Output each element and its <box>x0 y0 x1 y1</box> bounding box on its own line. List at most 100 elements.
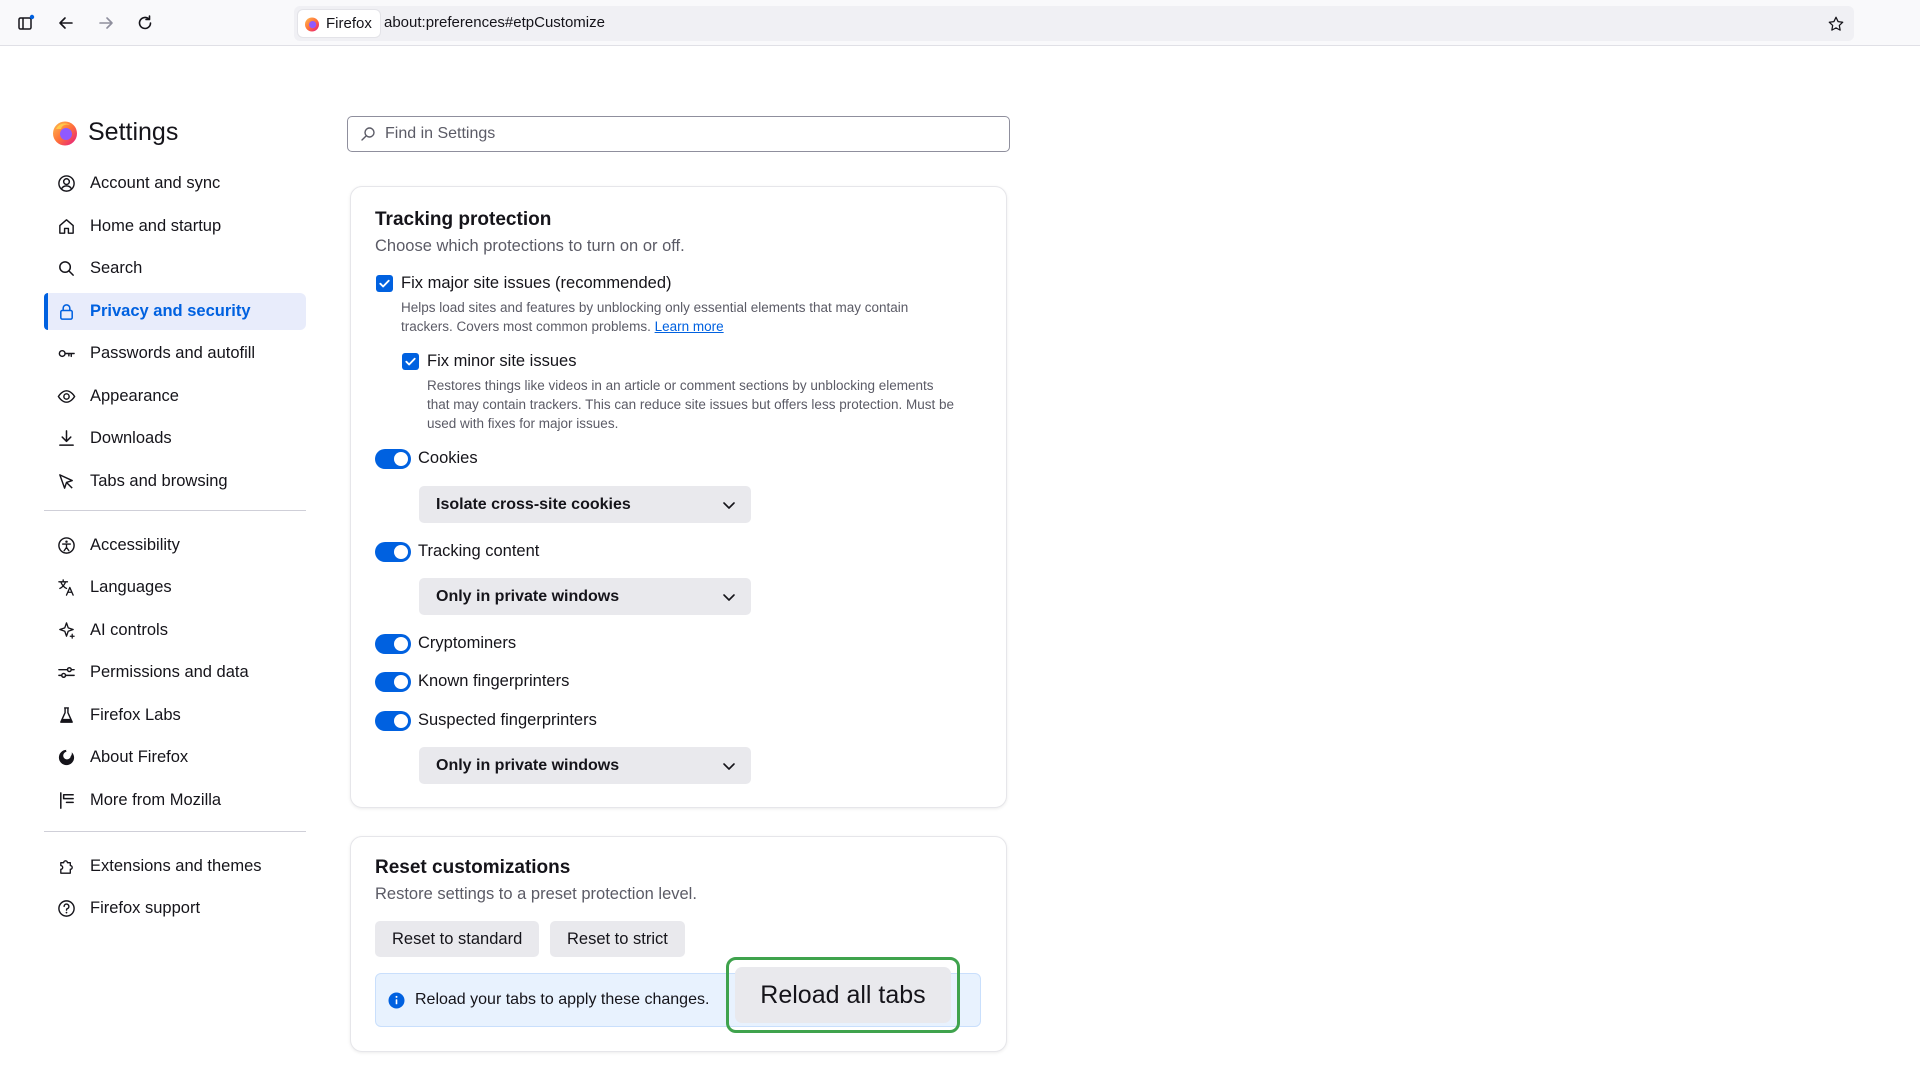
search-icon <box>361 127 375 141</box>
cryptominers-label: Cryptominers <box>418 634 517 652</box>
tracking-content-select-value: Only in private windows <box>436 587 620 605</box>
tracking-content-label: Tracking content <box>418 542 540 560</box>
cookies-select[interactable]: Isolate cross-site cookies <box>419 486 751 523</box>
home-icon <box>58 218 74 234</box>
checkmark-icon <box>379 279 390 288</box>
reset-to-standard-button[interactable]: Reset to standard <box>375 921 540 957</box>
sidebar-item-label: Accessibility <box>90 535 180 554</box>
sidebar-item-firefox-labs[interactable]: Firefox Labs <box>44 697 306 734</box>
reset-to-strict-button[interactable]: Reset to strict <box>550 921 685 957</box>
fix-minor-description: Restores things like videos in an articl… <box>427 376 954 433</box>
fix-major-description: Helps load sites and features by unblock… <box>401 298 908 336</box>
sidebar-item-label: Firefox support <box>90 899 201 917</box>
sidebar-item-appearance[interactable]: Appearance <box>44 378 306 415</box>
section-subtitle: Restore settings to a preset protection … <box>375 885 697 903</box>
reload-page-button[interactable] <box>131 10 159 36</box>
known-fingerprinters-label: Known fingerprinters <box>418 672 570 690</box>
identity-box[interactable]: Firefox <box>298 10 380 37</box>
sidebar-item-extensions-and-themes[interactable]: Extensions and themes <box>44 848 306 885</box>
sidebar-item-search[interactable]: Search <box>44 250 306 287</box>
firefox-icon <box>58 749 74 766</box>
tracking-content-select[interactable]: Only in private windows <box>419 578 751 615</box>
sidebar-item-languages[interactable]: Languages <box>44 569 306 606</box>
firefox-logo-icon <box>53 121 77 145</box>
fix-minor-checkbox[interactable] <box>402 353 419 370</box>
sidebar-item-label: Languages <box>90 578 172 596</box>
search-icon <box>58 261 74 276</box>
reload-icon <box>138 15 152 30</box>
sidebar-item-label: AI controls <box>90 620 168 639</box>
bookmark-star-button[interactable] <box>1824 12 1848 36</box>
sidebar-item-ai-controls[interactable]: AI controls <box>44 612 306 649</box>
sidebar-item-label: Home and startup <box>90 216 222 235</box>
section-title: Tracking protection <box>375 209 552 230</box>
sidebar-toggle-button[interactable] <box>12 10 40 36</box>
sidebar-item-label: Appearance <box>90 386 179 405</box>
checkmark-icon <box>405 357 416 366</box>
settings-search[interactable] <box>347 116 1010 152</box>
sidebar-item-label: Account and sync <box>90 174 221 192</box>
firefox-logo-icon <box>305 17 319 31</box>
reload-highlight: Reload all tabs <box>726 957 960 1033</box>
mozilla-icon <box>59 791 74 809</box>
sidebar-item-permissions-and-data[interactable]: Permissions and data <box>44 654 306 691</box>
identity-label: Firefox <box>326 15 372 32</box>
cryptominers-toggle[interactable] <box>375 634 411 654</box>
tracking-protection-card: Tracking protection Choose which protect… <box>350 186 1007 808</box>
download-icon <box>58 430 74 446</box>
known-fingerprinters-toggle[interactable] <box>375 672 411 692</box>
sidebar-item-label: Privacy and security <box>90 301 251 320</box>
section-title: Reset customizations <box>375 857 571 878</box>
sidebar-item-home-and-startup[interactable]: Home and startup <box>44 208 306 245</box>
section-subtitle: Choose which protections to turn on or o… <box>375 237 685 255</box>
sidebar-item-tabs-and-browsing[interactable]: Tabs and browsing <box>44 463 306 500</box>
info-icon <box>388 992 405 1009</box>
suspected-fingerprinters-toggle[interactable] <box>375 711 411 731</box>
back-button[interactable] <box>52 10 80 36</box>
reload-all-tabs-button[interactable]: Reload all tabs <box>735 967 951 1023</box>
sidebar-item-firefox-support[interactable]: Firefox support <box>44 890 306 927</box>
url-text[interactable]: about:preferences#etpCustomize <box>384 14 605 31</box>
puzzle-icon <box>59 859 73 874</box>
suspected-fingerprinters-select[interactable]: Only in private windows <box>419 747 751 784</box>
sidebar-item-label: Extensions and themes <box>90 856 262 875</box>
browser-toolbar: Firefox about:preferences#etpCustomize <box>0 0 1920 46</box>
sliders-icon <box>57 667 75 678</box>
sidebar-item-accessibility[interactable]: Accessibility <box>44 527 306 564</box>
sidebar-item-passwords-and-autofill[interactable]: Passwords and autofill <box>44 335 306 372</box>
description-line: trackers. Covers most common problems. <box>401 319 651 334</box>
cookies-select-value: Isolate cross-site cookies <box>436 495 631 513</box>
search-input[interactable] <box>385 117 995 151</box>
sidebar-item-label: Permissions and data <box>90 663 249 681</box>
suspected-fingerprinters-select-value: Only in private windows <box>436 756 620 774</box>
fix-minor-label: Fix minor site issues <box>427 352 577 370</box>
settings-brand: Settings <box>52 118 178 147</box>
tracking-content-toggle[interactable] <box>375 542 411 562</box>
sidebar-item-label: Downloads <box>90 429 172 447</box>
description-line: that may contain trackers. This can redu… <box>427 397 955 412</box>
cursor-icon <box>58 473 73 489</box>
arrow-right-icon <box>99 17 113 29</box>
forward-button[interactable] <box>92 10 120 36</box>
notice-text: Reload your tabs to apply these changes. <box>415 991 710 1008</box>
learn-more-link[interactable]: Learn more <box>655 319 724 334</box>
cookies-label: Cookies <box>418 449 478 467</box>
sidebar-item-label: About Firefox <box>90 748 189 766</box>
translate-icon <box>57 579 74 596</box>
sidebar-item-more-from-mozilla[interactable]: More from Mozilla <box>44 782 306 819</box>
star-icon <box>1828 16 1844 31</box>
suspected-fingerprinters-label: Suspected fingerprinters <box>418 711 597 729</box>
sidebar-item-downloads[interactable]: Downloads <box>44 420 306 457</box>
sidebar-item-account-and-sync[interactable]: Account and sync <box>44 165 306 202</box>
sidebar-item-privacy-and-security[interactable]: Privacy and security <box>44 292 306 330</box>
sidebar-item-label: Passwords and autofill <box>90 344 256 362</box>
cookies-toggle[interactable] <box>375 449 411 469</box>
fix-major-checkbox[interactable] <box>376 275 393 292</box>
chevron-down-icon <box>723 594 735 601</box>
eye-icon <box>57 389 75 403</box>
sidebar-item-about-firefox[interactable]: About Firefox <box>44 739 306 776</box>
fix-major-label: Fix major site issues (recommended) <box>401 274 672 292</box>
description-line: Helps load sites and features by unblock… <box>401 300 909 315</box>
button-label: Reload all tabs <box>760 980 926 1009</box>
url-bar[interactable]: Firefox about:preferences#etpCustomize <box>294 6 1854 41</box>
